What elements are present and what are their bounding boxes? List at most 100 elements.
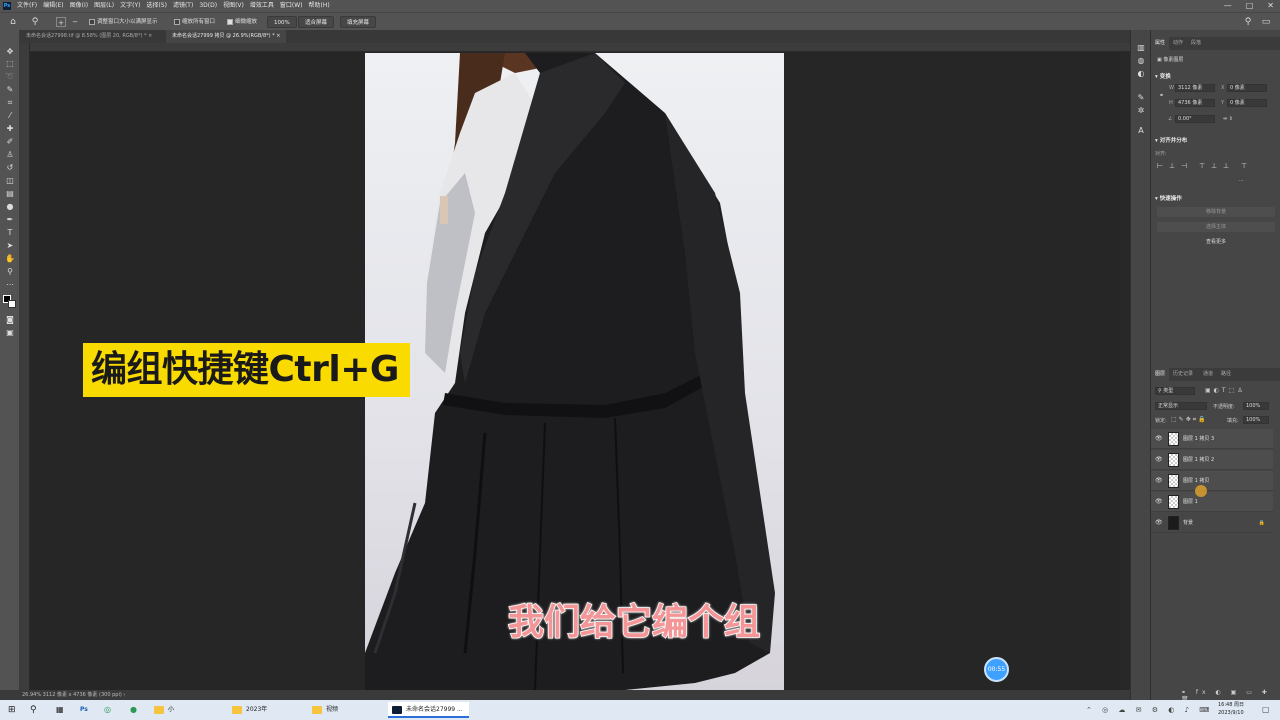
clock[interactable]: 16:48 周日 2023/9/10 (1218, 701, 1244, 717)
visibility-eye-icon[interactable]: 👁 (1155, 492, 1163, 512)
clone-stamp-icon[interactable]: ♙ (4, 149, 16, 160)
align-hcenter-icon[interactable]: ⊥ (1169, 163, 1175, 170)
search-icon[interactable]: ⚲ (30, 700, 42, 720)
dodge-tool-icon[interactable]: ● (4, 201, 16, 212)
height-field[interactable]: 4736 像素 (1175, 99, 1215, 107)
lasso-tool-icon[interactable]: ➰ (4, 71, 16, 82)
gradient-tool-icon[interactable]: ▤ (4, 188, 16, 199)
zoom-tool-icon[interactable]: ⚲ (30, 17, 40, 27)
healing-brush-icon[interactable]: ✚ (4, 123, 16, 134)
browser-icon[interactable]: ◎ (104, 700, 116, 720)
resize-windows-checkbox[interactable] (89, 19, 95, 25)
tab-layers[interactable]: 图层 (1151, 368, 1170, 381)
pen-tool-icon[interactable]: ✒ (4, 214, 16, 225)
visibility-eye-icon[interactable]: 👁 (1155, 513, 1163, 533)
layer-row[interactable]: 👁 图层 1 拷贝 (1151, 471, 1273, 491)
menu-layer[interactable]: 图层(L) (94, 0, 114, 12)
marquee-tool-icon[interactable]: ⬚ (4, 58, 16, 69)
layer-row[interactable]: 👁 图层 1 (1151, 492, 1273, 512)
crop-tool-icon[interactable]: ⌗ (4, 97, 16, 108)
recording-timer-badge[interactable]: 00:55 (984, 657, 1009, 682)
distribute-icon[interactable]: ⊤ (1241, 163, 1247, 170)
tab-channels[interactable]: 通道 (1199, 368, 1217, 381)
tab-paragraph[interactable]: 段落 (1187, 37, 1205, 50)
menu-view[interactable]: 视图(V) (223, 0, 244, 12)
flip-icons[interactable]: ⇹ ⇕ (1223, 116, 1233, 122)
layer-row-background[interactable]: 👁 背景 🔒 (1151, 513, 1273, 533)
maximize-button[interactable]: □ (1246, 0, 1254, 12)
visibility-eye-icon[interactable]: 👁 (1155, 450, 1163, 470)
more-options-icon[interactable]: ⋯ (1239, 178, 1244, 184)
minimize-button[interactable]: — (1224, 0, 1232, 12)
y-field[interactable]: 0 像素 (1227, 99, 1267, 107)
document-canvas[interactable] (365, 53, 784, 691)
tab-paths[interactable]: 路径 (1217, 368, 1235, 381)
workspace-icon[interactable]: ▭ (1261, 17, 1271, 27)
layer-filter-select[interactable]: ⚲ 类型 (1155, 387, 1195, 395)
clone-source-icon[interactable]: ✲ (1135, 105, 1147, 116)
background-color-swatch[interactable] (8, 300, 16, 308)
visibility-eye-icon[interactable]: 👁 (1155, 429, 1163, 449)
tab-document-27998[interactable]: 未命名会话27998.tif @ 8.58% (图层 20, RGB/8*) *… (20, 30, 158, 43)
more-tools-icon[interactable]: ⋯ (4, 279, 16, 290)
screen-mode-icon[interactable]: ▣ (4, 327, 16, 338)
layer-filter-icons[interactable]: ▣◐T⬚♙ (1205, 387, 1246, 394)
tab-actions[interactable]: 动作 (1169, 37, 1187, 50)
menu-select[interactable]: 选择(S) (146, 0, 167, 12)
swatches-panel-icon[interactable]: ◍ (1135, 55, 1147, 66)
brush-settings-icon[interactable]: ✎ (1135, 92, 1147, 103)
eraser-tool-icon[interactable]: ◫ (4, 175, 16, 186)
scrubby-zoom-checkbox[interactable] (227, 19, 233, 25)
menu-filter[interactable]: 滤镜(T) (173, 0, 193, 12)
zoom-tool-sidebar-icon[interactable]: ⚲ (4, 266, 16, 277)
tab-document-27999[interactable]: 未命名会话27999 拷贝 @ 26.9%(RGB/8*) * × (166, 30, 287, 43)
menu-image[interactable]: 图像(I) (70, 0, 88, 12)
menu-file[interactable]: 文件(F) (17, 0, 37, 12)
layer-row[interactable]: 👁 图层 1 拷贝 3 (1151, 429, 1273, 449)
link-icon[interactable]: ⚭ (1159, 92, 1164, 99)
photoshop-taskbar-icon[interactable]: Ps (80, 700, 92, 720)
home-icon[interactable]: ⌂ (8, 17, 18, 27)
start-icon[interactable]: ⊞ (8, 700, 20, 720)
calculator-icon[interactable]: ▦ (56, 700, 68, 720)
align-vcenter-icon[interactable]: ⊥ (1211, 163, 1217, 170)
fit-screen-button[interactable]: 适合屏幕 (298, 16, 335, 28)
quick-select-icon[interactable]: ✎ (4, 84, 16, 95)
color-panel-icon[interactable]: ▥ (1135, 42, 1147, 53)
quick-mask-icon[interactable]: ◙ (4, 314, 16, 325)
character-panel-icon[interactable]: A (1135, 125, 1147, 136)
menu-window[interactable]: 窗口(W) (280, 0, 303, 12)
tab-properties[interactable]: 属性 (1151, 37, 1170, 50)
adjustments-panel-icon[interactable]: ◐ (1135, 68, 1147, 79)
taskbar-app-folder-video[interactable]: 视频 (308, 702, 344, 718)
menu-plugins[interactable]: 增效工具 (250, 0, 274, 12)
blend-mode-select[interactable]: 正常显示 (1155, 402, 1207, 410)
x-field[interactable]: 0 像素 (1227, 84, 1267, 92)
history-brush-icon[interactable]: ↺ (4, 162, 16, 173)
menu-3d[interactable]: 3D(D) (199, 0, 217, 12)
taskbar-app-photoshop[interactable]: 未命名会话27999 ... (388, 702, 469, 718)
system-tray-icons[interactable]: ⌃ ◎ ☁ ✉ ⚙ ◐ ♪ ⌨ (1086, 700, 1213, 720)
menu-edit[interactable]: 编辑(E) (43, 0, 63, 12)
fill-screen-button[interactable]: 填充屏幕 (340, 16, 377, 28)
search-icon[interactable]: ⚲ (1243, 17, 1253, 27)
align-top-icon[interactable]: ⊤ (1199, 163, 1205, 170)
layer-row[interactable]: 👁 图层 1 拷贝 2 (1151, 450, 1273, 470)
align-left-icon[interactable]: ⊢ (1157, 163, 1163, 170)
tab-history[interactable]: 历史记录 (1169, 368, 1197, 381)
taskbar-app-folder-small[interactable]: 小 (150, 702, 180, 718)
zoom-all-checkbox[interactable] (174, 19, 180, 25)
menu-type[interactable]: 文字(Y) (120, 0, 140, 12)
move-tool-icon[interactable]: ✥ (4, 46, 16, 57)
lock-icons[interactable]: ⬚✎✥⌗🔒 (1171, 416, 1208, 424)
visibility-eye-icon[interactable]: 👁 (1155, 471, 1163, 491)
see-more-link[interactable]: 查看更多 (1157, 238, 1275, 245)
fill-field[interactable]: 100% (1243, 416, 1269, 424)
hand-tool-icon[interactable]: ✋ (4, 253, 16, 264)
app-icon[interactable]: ● (130, 700, 142, 720)
type-tool-icon[interactable]: T (4, 227, 16, 238)
zoom-out-icon[interactable]: − (70, 17, 80, 27)
width-field[interactable]: 3112 像素 (1175, 84, 1215, 92)
close-button[interactable]: ✕ (1267, 0, 1274, 12)
select-subject-button[interactable]: 选择主体 (1157, 222, 1275, 232)
